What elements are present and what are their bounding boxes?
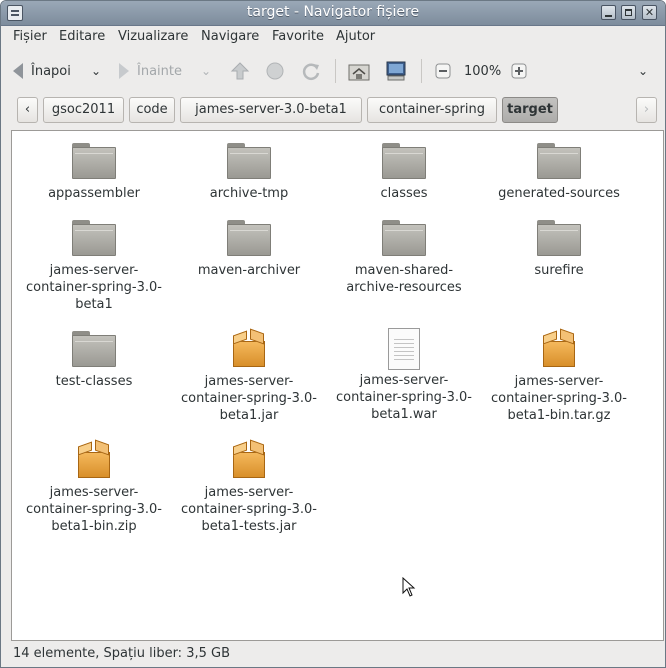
file-name: james-server- container-spring-3.0- beta… xyxy=(26,485,162,534)
file-name: james-server- container-spring-3.0- beta… xyxy=(491,374,627,423)
zoom-level[interactable]: 100% xyxy=(464,59,501,83)
chevron-down-icon: ⌄ xyxy=(638,64,649,78)
path-scroll-left-button[interactable]: ‹ xyxy=(17,97,38,123)
title-bar[interactable]: target - Navigator fișiere ✕ xyxy=(1,1,665,26)
back-history-dropdown[interactable]: ⌄ xyxy=(91,59,101,83)
stop-button[interactable] xyxy=(264,59,286,83)
file-item[interactable]: maven-archiver xyxy=(174,218,324,279)
maximize-button[interactable] xyxy=(621,5,636,20)
breadcrumb-target[interactable]: target xyxy=(502,97,558,123)
reload-icon xyxy=(302,63,320,80)
folder-icon xyxy=(537,218,581,258)
forward-arrow-icon xyxy=(119,63,129,79)
file-name: classes xyxy=(380,186,428,201)
file-view[interactable]: appassembler archive-tmp classes generat… xyxy=(11,130,664,641)
folder-icon xyxy=(382,141,426,181)
menu-view[interactable]: Vizualizare xyxy=(118,29,188,44)
folder-icon xyxy=(72,141,116,181)
path-bar: ‹ gsoc2011 code james-server-3.0-beta1 c… xyxy=(1,95,665,127)
back-label: Înapoi xyxy=(31,63,71,79)
back-arrow-icon xyxy=(13,63,23,79)
file-name: test-classes xyxy=(55,374,133,389)
folder-icon xyxy=(537,141,581,181)
file-item[interactable]: james-server- container-spring-3.0- beta… xyxy=(19,439,169,535)
file-name: maven-archiver xyxy=(197,263,301,278)
package-icon xyxy=(231,328,267,369)
up-button[interactable] xyxy=(229,59,251,83)
file-name: james-server- container-spring-3.0- beta… xyxy=(181,374,317,423)
toolbar-separator xyxy=(421,59,422,83)
folder-icon xyxy=(227,141,271,181)
breadcrumb-container-spring[interactable]: container-spring xyxy=(367,97,497,123)
menu-favorites[interactable]: Favorite xyxy=(272,29,324,44)
package-icon xyxy=(541,328,577,369)
file-name: james-server- container-spring-3.0- beta… xyxy=(26,263,162,312)
path-scroll-right-button[interactable]: › xyxy=(636,97,657,123)
computer-button[interactable] xyxy=(384,59,408,83)
file-name: surefire xyxy=(534,263,584,278)
stop-icon xyxy=(266,62,284,80)
reload-button[interactable] xyxy=(300,59,322,83)
menu-bar: Fișier Editare Vizualizare Navigare Favo… xyxy=(1,26,665,48)
status-bar-text: 14 elemente, Spațiu liber: 3,5 GB xyxy=(13,646,230,661)
file-item[interactable]: generated-sources xyxy=(484,141,634,202)
toolbar-separator xyxy=(335,59,336,83)
menu-navigate[interactable]: Navigare xyxy=(201,29,259,44)
file-item[interactable]: surefire xyxy=(484,218,634,279)
document-icon xyxy=(386,328,422,372)
back-button[interactable]: Înapoi xyxy=(13,59,71,83)
chevron-down-icon: ⌄ xyxy=(201,64,212,78)
file-item[interactable]: archive-tmp xyxy=(174,141,324,202)
file-name: archive-tmp xyxy=(209,186,289,201)
file-name: appassembler xyxy=(48,186,140,201)
file-item[interactable]: james-server- container-spring-3.0- beta… xyxy=(484,328,634,424)
forward-button[interactable]: Înainte xyxy=(119,59,182,83)
file-item[interactable]: test-classes xyxy=(19,329,169,390)
folder-icon xyxy=(72,218,116,258)
breadcrumb-code[interactable]: code xyxy=(129,97,175,123)
file-item[interactable]: james-server- container-spring-3.0- beta… xyxy=(19,218,169,313)
forward-history-dropdown[interactable]: ⌄ xyxy=(201,59,211,83)
home-folder-icon xyxy=(348,64,370,81)
folder-icon xyxy=(227,218,271,258)
file-item[interactable]: james-server- container-spring-3.0- beta… xyxy=(174,439,324,535)
zoom-in-button[interactable] xyxy=(511,59,527,83)
file-item[interactable]: appassembler xyxy=(19,141,169,202)
file-manager-window: target - Navigator fișiere ✕ Fișier Edit… xyxy=(0,0,666,668)
window-title: target - Navigator fișiere xyxy=(246,4,420,20)
file-name: james-server- container-spring-3.0- beta… xyxy=(336,373,472,422)
menu-file[interactable]: Fișier xyxy=(13,29,47,44)
zoom-out-button[interactable] xyxy=(435,59,451,83)
file-name: james-server- container-spring-3.0- beta… xyxy=(181,485,317,534)
breadcrumb-james-server[interactable]: james-server-3.0-beta1 xyxy=(180,97,362,123)
close-button[interactable]: ✕ xyxy=(642,5,657,20)
menu-edit[interactable]: Editare xyxy=(59,29,105,44)
chevron-down-icon: ⌄ xyxy=(91,64,102,78)
zoom-out-icon xyxy=(435,63,451,79)
zoom-in-icon xyxy=(511,63,527,79)
computer-icon xyxy=(386,61,406,81)
folder-icon xyxy=(382,218,426,258)
file-item[interactable]: classes xyxy=(329,141,479,202)
home-button[interactable] xyxy=(347,59,371,83)
package-icon xyxy=(231,439,267,480)
folder-icon xyxy=(72,329,116,369)
menu-help[interactable]: Ajutor xyxy=(336,29,375,44)
toolbar-overflow-button[interactable]: ⌄ xyxy=(638,59,648,83)
file-item[interactable]: james-server- container-spring-3.0- beta… xyxy=(174,328,324,424)
up-arrow-icon xyxy=(230,62,250,80)
file-name: generated-sources xyxy=(498,186,620,201)
minimize-button[interactable] xyxy=(601,5,616,20)
breadcrumb-gsoc2011[interactable]: gsoc2011 xyxy=(43,97,124,123)
package-icon xyxy=(76,439,112,480)
file-name: maven-shared- archive-resources xyxy=(346,263,462,295)
toolbar: Înapoi ⌄ Înainte ⌄ 100% ⌄ xyxy=(1,51,665,91)
forward-label: Înainte xyxy=(137,63,182,79)
file-item[interactable]: james-server- container-spring-3.0- beta… xyxy=(329,328,479,423)
file-item[interactable]: maven-shared- archive-resources xyxy=(329,218,479,296)
mouse-pointer-icon xyxy=(402,577,416,597)
